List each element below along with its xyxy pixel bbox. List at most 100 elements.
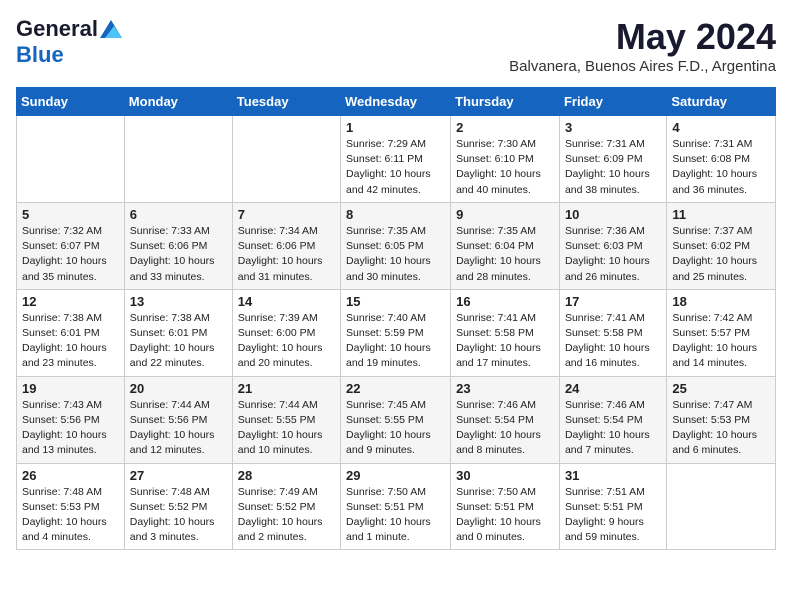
day-info: Sunrise: 7:32 AM Sunset: 6:07 PM Dayligh… [22,224,119,285]
calendar-cell: 12Sunrise: 7:38 AM Sunset: 6:01 PM Dayli… [17,289,125,376]
day-info: Sunrise: 7:50 AM Sunset: 5:51 PM Dayligh… [456,485,554,546]
calendar-week-row: 12 Sunrise: 7:38 AM Sunset: 6:01 PM Dayli… [17,289,776,376]
calendar-cell: 22 Sunrise: 7:45 AM Sunset: 5:55 PM Dayli… [341,376,451,463]
calendar-cell [124,116,232,203]
calendar-cell: 13 Sunrise: 7:38 AM Sunset: 6:01 PM Dayli… [124,289,232,376]
header: General Blue May 2024 Balvanera, Buenos … [16,16,776,75]
day-info: Sunrise: 7:44 AM Sunset: 5:55 PM Dayligh… [238,398,335,459]
calendar-cell: 25 Sunrise: 7:47 AM Sunset: 5:53 PM Dayli… [667,376,776,463]
day-info: Sunrise: 7:34 AM Sunset: 6:06 PM Dayligh… [238,224,335,285]
calendar-cell: 21 Sunrise: 7:44 AM Sunset: 5:55 PM Dayli… [232,376,340,463]
calendar: SundayMondayTuesdayWednesdayThursdayFrid… [16,87,776,550]
day-number: 3 [565,120,661,135]
day-number: 8 [346,207,445,222]
day-of-week-header: Saturday [667,88,776,116]
day-info: Sunrise: 7:48 AM Sunset: 5:52 PM Dayligh… [130,485,227,546]
calendar-cell: 15 Sunrise: 7:40 AM Sunset: 5:59 PM Dayli… [341,289,451,376]
day-number: 7 [238,207,335,222]
calendar-header-row: SundayMondayTuesdayWednesdayThursdayFrid… [17,88,776,116]
day-info: Sunrise: 7:47 AM Sunset: 5:53 PM Dayligh… [672,398,770,459]
calendar-cell: 28 Sunrise: 7:49 AM Sunset: 5:52 PM Dayli… [232,463,340,550]
day-info: Sunrise: 7:41 AM Sunset: 5:58 PM Dayligh… [565,311,661,372]
calendar-cell: 17 Sunrise: 7:41 AM Sunset: 5:58 PM Dayli… [559,289,666,376]
logo-blue: Blue [16,42,64,67]
day-info: Sunrise: 7:50 AM Sunset: 5:51 PM Dayligh… [346,485,445,546]
day-number: 2 [456,120,554,135]
day-info: Sunrise: 7:33 AM Sunset: 6:06 PM Dayligh… [130,224,227,285]
calendar-cell: 20Sunrise: 7:44 AM Sunset: 5:56 PM Dayli… [124,376,232,463]
calendar-cell: 4 Sunrise: 7:31 AM Sunset: 6:08 PM Daylig… [667,116,776,203]
day-info: Sunrise: 7:46 AM Sunset: 5:54 PM Dayligh… [456,398,554,459]
calendar-cell: 7 Sunrise: 7:34 AM Sunset: 6:06 PM Daylig… [232,202,340,289]
day-of-week-header: Friday [559,88,666,116]
day-info: Sunrise: 7:48 AM Sunset: 5:53 PM Dayligh… [22,485,119,546]
calendar-cell: 27 Sunrise: 7:48 AM Sunset: 5:52 PM Dayli… [124,463,232,550]
day-number: 4 [672,120,770,135]
calendar-cell: 5 Sunrise: 7:32 AM Sunset: 6:07 PM Daylig… [17,202,125,289]
day-of-week-header: Sunday [17,88,125,116]
calendar-week-row: 19Sunrise: 7:43 AM Sunset: 5:56 PM Dayli… [17,376,776,463]
day-info: Sunrise: 7:30 AM Sunset: 6:10 PM Dayligh… [456,137,554,198]
day-info: Sunrise: 7:49 AM Sunset: 5:52 PM Dayligh… [238,485,335,546]
logo-general: General [16,16,98,42]
day-info: Sunrise: 7:45 AM Sunset: 5:55 PM Dayligh… [346,398,445,459]
calendar-cell: 24Sunrise: 7:46 AM Sunset: 5:54 PM Dayli… [559,376,666,463]
calendar-cell: 9Sunrise: 7:35 AM Sunset: 6:04 PM Daylig… [451,202,560,289]
day-number: 31 [565,468,661,483]
calendar-cell: 18 Sunrise: 7:42 AM Sunset: 5:57 PM Dayli… [667,289,776,376]
day-number: 12 [22,294,119,309]
day-number: 30 [456,468,554,483]
day-number: 18 [672,294,770,309]
day-number: 22 [346,381,445,396]
day-number: 17 [565,294,661,309]
calendar-cell: 11Sunrise: 7:37 AM Sunset: 6:02 PM Dayli… [667,202,776,289]
day-number: 27 [130,468,227,483]
day-number: 14 [238,294,335,309]
day-number: 5 [22,207,119,222]
day-number: 28 [238,468,335,483]
calendar-cell: 3 Sunrise: 7:31 AM Sunset: 6:09 PM Daylig… [559,116,666,203]
calendar-cell: 31Sunrise: 7:51 AM Sunset: 5:51 PM Dayli… [559,463,666,550]
day-info: Sunrise: 7:36 AM Sunset: 6:03 PM Dayligh… [565,224,661,285]
logo-icon [100,20,122,38]
calendar-cell: 16Sunrise: 7:41 AM Sunset: 5:58 PM Dayli… [451,289,560,376]
day-info: Sunrise: 7:37 AM Sunset: 6:02 PM Dayligh… [672,224,770,285]
day-number: 23 [456,381,554,396]
day-number: 10 [565,207,661,222]
day-number: 13 [130,294,227,309]
day-number: 6 [130,207,227,222]
day-number: 25 [672,381,770,396]
calendar-week-row: 26 Sunrise: 7:48 AM Sunset: 5:53 PM Dayli… [17,463,776,550]
day-info: Sunrise: 7:31 AM Sunset: 6:09 PM Dayligh… [565,137,661,198]
calendar-cell: 2 Sunrise: 7:30 AM Sunset: 6:10 PM Daylig… [451,116,560,203]
calendar-cell: 10 Sunrise: 7:36 AM Sunset: 6:03 PM Dayli… [559,202,666,289]
calendar-cell: 14 Sunrise: 7:39 AM Sunset: 6:00 PM Dayli… [232,289,340,376]
day-of-week-header: Wednesday [341,88,451,116]
day-number: 24 [565,381,661,396]
day-info: Sunrise: 7:35 AM Sunset: 6:05 PM Dayligh… [346,224,445,285]
day-number: 16 [456,294,554,309]
day-number: 21 [238,381,335,396]
logo: General Blue [16,16,122,68]
calendar-cell [17,116,125,203]
day-number: 29 [346,468,445,483]
day-number: 15 [346,294,445,309]
day-info: Sunrise: 7:39 AM Sunset: 6:00 PM Dayligh… [238,311,335,372]
calendar-cell: 23 Sunrise: 7:46 AM Sunset: 5:54 PM Dayli… [451,376,560,463]
title-area: May 2024 Balvanera, Buenos Aires F.D., A… [509,16,776,75]
day-info: Sunrise: 7:42 AM Sunset: 5:57 PM Dayligh… [672,311,770,372]
calendar-cell: 6 Sunrise: 7:33 AM Sunset: 6:06 PM Daylig… [124,202,232,289]
day-number: 20 [130,381,227,396]
calendar-cell: 29 Sunrise: 7:50 AM Sunset: 5:51 PM Dayli… [341,463,451,550]
day-info: Sunrise: 7:40 AM Sunset: 5:59 PM Dayligh… [346,311,445,372]
month-title: May 2024 [509,16,776,58]
calendar-week-row: 1Sunrise: 7:29 AM Sunset: 6:11 PM Daylig… [17,116,776,203]
calendar-cell [232,116,340,203]
day-info: Sunrise: 7:43 AM Sunset: 5:56 PM Dayligh… [22,398,119,459]
day-of-week-header: Thursday [451,88,560,116]
day-info: Sunrise: 7:35 AM Sunset: 6:04 PM Dayligh… [456,224,554,285]
day-info: Sunrise: 7:38 AM Sunset: 6:01 PM Dayligh… [130,311,227,372]
day-number: 26 [22,468,119,483]
day-info: Sunrise: 7:31 AM Sunset: 6:08 PM Dayligh… [672,137,770,198]
subtitle: Balvanera, Buenos Aires F.D., Argentina [509,58,776,75]
